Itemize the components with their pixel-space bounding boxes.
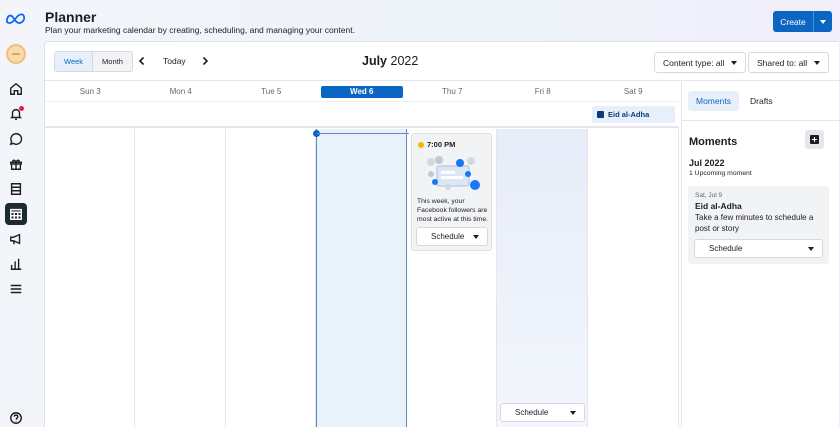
year: 2022 [390,54,419,68]
moment-schedule-button-label: Schedule [709,244,743,253]
chevron-down-icon [570,410,576,415]
shared-to-filter-label: Shared to: all [757,57,808,68]
meta-logo[interactable] [5,12,27,24]
calendar-toolbar: Week Month Today July 2022 Content type:… [45,42,840,81]
tab-moments[interactable]: Moments [688,91,739,111]
next-week-icon[interactable] [200,56,210,66]
ads-icon[interactable] [5,228,27,250]
recommended-time-card[interactable]: 7:00 PM This week, your Facebook followe… [411,133,492,251]
planner-icon[interactable] [4,203,27,225]
day-column-tue[interactable] [226,129,316,427]
recommended-time-label: 7:00 PM [427,140,456,149]
week-grid: 7:00 PM This week, your Facebook followe… [45,129,679,427]
day-header-mon[interactable]: Mon 4 [136,82,227,101]
day-headers: Sun 3 Mon 4 Tue 5 Wed 6 Thu 7 Fri 8 Sat … [45,82,679,102]
moment-card: Sat, Jul 9 Eid al-Adha Take a few minute… [688,186,829,264]
week-view-button[interactable]: Week [55,52,94,71]
help-icon[interactable] [5,407,27,427]
moments-month: Jul 2022 [689,158,725,168]
month-view-button[interactable]: Month [93,52,132,71]
add-icon [810,135,819,144]
day-column-fri[interactable] [497,129,588,427]
today-button[interactable]: Today [163,56,186,66]
messages-icon[interactable] [5,128,27,150]
left-nav-rail [0,0,31,427]
recommended-time: 7:00 PM [418,140,455,149]
recommendation-message: This week, your Facebook followers are m… [417,198,489,223]
day-header-sun[interactable]: Sun 3 [45,82,136,101]
moments-heading: Moments [689,136,738,148]
day-header-tue[interactable]: Tue 5 [226,82,317,101]
page-subtitle: Plan your marketing calendar by creating… [45,25,355,35]
month-name: July [362,54,388,68]
planner-card: Week Month Today July 2022 Content type:… [44,41,840,427]
create-dropdown-toggle[interactable] [813,11,832,32]
fri-schedule-button-label: Schedule [515,408,549,417]
moment-description: Take a few minutes to schedule a post or… [695,213,814,233]
day-header-wed[interactable]: Wed 6 [317,82,408,101]
view-toggle: Week Month [54,51,133,72]
page-title: Planner [45,9,97,25]
all-day-row: Eid al-Adha [45,102,679,128]
current-time-line [317,133,409,134]
sparkle-icon [418,141,424,148]
day-header-fri[interactable]: Fri 8 [498,82,589,101]
chevron-down-icon [473,234,479,239]
day-header-thu[interactable]: Thu 7 [407,82,498,101]
moment-name: Eid al-Adha [695,201,742,211]
day-column-sun[interactable] [45,129,135,427]
create-button[interactable]: Create [773,11,832,32]
home-icon[interactable] [5,78,27,100]
avatar[interactable] [5,44,26,64]
previous-week-icon[interactable] [137,56,147,66]
day-column-mon[interactable] [135,129,226,427]
current-month: July 2022 [362,54,418,68]
content-library-icon[interactable] [5,178,27,200]
create-button-label[interactable]: Create [773,11,813,32]
moment-event-label: Eid al-Adha [608,110,650,119]
day-column-sat[interactable] [588,129,679,427]
content-type-filter-label: Content type: all [663,57,725,68]
moments-count: 1 Upcoming moment [689,170,752,177]
day-column-wed[interactable] [316,129,407,427]
notifications-icon[interactable] [5,103,27,125]
chevron-down-icon [731,60,738,65]
content-type-filter[interactable]: Content type: all [654,52,747,73]
tab-drafts[interactable]: Drafts [742,91,781,111]
calendar-event-icon [597,111,604,118]
audience-illustration-icon [427,156,480,190]
shared-to-filter[interactable]: Shared to: all [748,52,830,73]
moment-schedule-button[interactable]: Schedule [694,239,823,258]
add-moment-button[interactable] [805,130,824,149]
current-day-label: Wed 6 [320,85,403,98]
day-header-sat[interactable]: Sat 9 [588,82,679,101]
insights-icon[interactable] [5,253,27,275]
chevron-down-icon [820,19,826,24]
side-panel-tabs: Moments Drafts [682,82,840,121]
chevron-down-icon [808,246,814,251]
chevron-down-icon [814,60,821,65]
fri-schedule-button[interactable]: Schedule [500,403,585,422]
schedule-button[interactable]: Schedule [416,227,488,246]
menu-icon[interactable] [5,278,27,300]
moment-date: Sat, Jul 9 [695,192,723,199]
moment-event-chip[interactable]: Eid al-Adha [592,106,675,123]
gift-icon[interactable] [5,153,27,175]
moments-panel: Moments Drafts Moments Jul 2022 1 Upcomi… [681,82,840,427]
schedule-button-label: Schedule [431,232,465,241]
